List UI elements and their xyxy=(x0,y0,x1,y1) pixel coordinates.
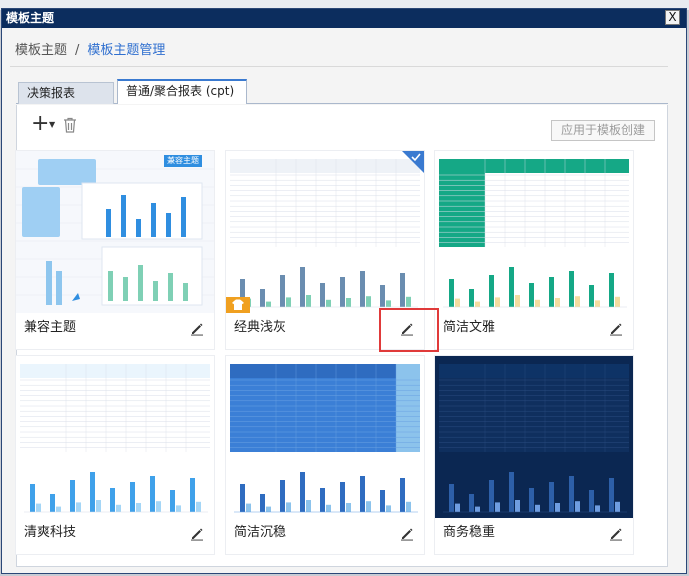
shirt-icon xyxy=(226,297,250,313)
theme-thumbnail[interactable] xyxy=(226,151,424,313)
breadcrumb-root[interactable]: 模板主题 xyxy=(15,43,67,58)
theme-dialog: 模板主题 X 模板主题 / 模板主题管理 决策报表 (frm) 普通/聚合报表 (c… xyxy=(1,8,687,574)
theme-card[interactable]: 兼容主题 兼容主题 xyxy=(16,151,214,349)
edit-pencil-icon[interactable] xyxy=(609,527,623,541)
theme-card[interactable]: 商务稳重 xyxy=(435,356,633,554)
dialog-title: 模板主题 xyxy=(6,11,55,25)
tab-bar: 决策报表 (frm) 普通/聚合报表 (cpt) xyxy=(16,79,668,120)
highlight-box xyxy=(379,308,439,352)
theme-thumbnail[interactable] xyxy=(16,356,214,518)
title-bar: 模板主题 X xyxy=(2,9,686,28)
compat-thumbnail-badge: 兼容主题 xyxy=(164,155,202,167)
theme-name: 清爽科技 xyxy=(24,525,77,540)
edit-pencil-icon[interactable] xyxy=(400,527,414,541)
trash-icon[interactable] xyxy=(63,117,77,133)
tab-cpt[interactable]: 普通/聚合报表 (cpt) xyxy=(117,79,247,104)
toolbar: + ▼ 应用于模板创建 xyxy=(17,105,667,145)
theme-card[interactable]: 清爽科技 xyxy=(16,356,214,554)
theme-name: 简洁文雅 xyxy=(443,320,496,335)
theme-preview-image xyxy=(16,151,214,313)
theme-name: 简洁沉稳 xyxy=(234,525,287,540)
theme-thumbnail[interactable] xyxy=(435,151,633,313)
theme-name: 商务稳重 xyxy=(443,525,496,540)
chevron-down-icon[interactable]: ▼ xyxy=(49,120,55,129)
theme-preview-image xyxy=(226,151,424,313)
selected-check-icon xyxy=(402,151,424,173)
theme-thumbnail[interactable] xyxy=(435,356,633,518)
breadcrumb-current: 模板主题管理 xyxy=(87,43,166,58)
theme-thumbnail[interactable]: 兼容主题 xyxy=(16,151,214,313)
apply-to-template-button[interactable]: 应用于模板创建 xyxy=(551,120,655,141)
breadcrumb-separator: / xyxy=(75,43,80,58)
theme-name: 兼容主题 xyxy=(24,320,77,335)
theme-preview-image xyxy=(435,151,633,313)
theme-preview-image xyxy=(435,356,633,518)
theme-card[interactable]: 简洁沉稳 xyxy=(226,356,424,554)
theme-card[interactable]: 简洁文雅 xyxy=(435,151,633,349)
divider xyxy=(10,66,668,67)
edit-pencil-icon[interactable] xyxy=(190,322,204,336)
edit-pencil-icon[interactable] xyxy=(190,527,204,541)
theme-preview-image xyxy=(16,356,214,518)
plus-icon[interactable]: + xyxy=(31,113,49,135)
edit-pencil-icon[interactable] xyxy=(609,322,623,336)
theme-thumbnail[interactable] xyxy=(226,356,424,518)
close-button[interactable]: X xyxy=(665,10,680,25)
breadcrumb: 模板主题 / 模板主题管理 xyxy=(15,39,165,58)
theme-name: 经典浅灰 xyxy=(234,320,287,335)
theme-preview-image xyxy=(226,356,424,518)
tab-frm[interactable]: 决策报表 (frm) xyxy=(18,82,114,120)
